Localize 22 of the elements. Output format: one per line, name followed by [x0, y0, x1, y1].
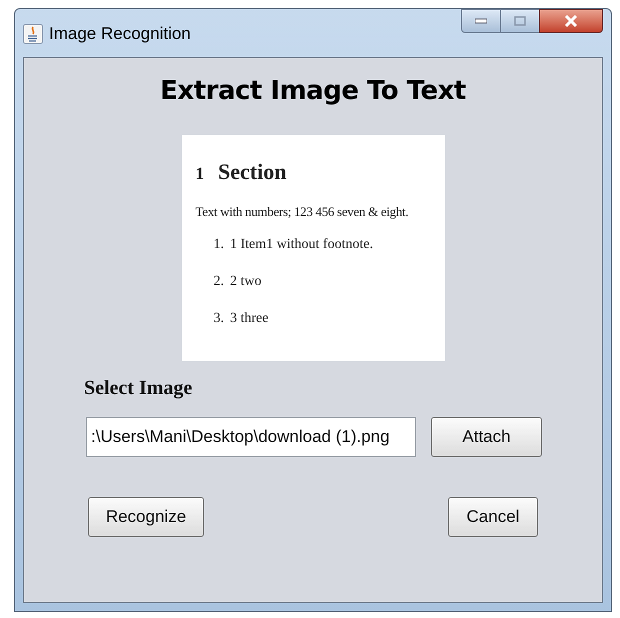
- list-marker: 2.: [214, 272, 224, 290]
- section-number: 1: [196, 163, 204, 185]
- list-item-text: 2 two: [230, 272, 262, 290]
- maximize-icon: [514, 16, 526, 26]
- attach-button[interactable]: Attach: [431, 417, 542, 457]
- file-path-field[interactable]: :\Users\Mani\Desktop\download (1).png: [86, 417, 416, 457]
- paragraph: Text with numbers; 123 456 seven & eight.: [196, 203, 408, 221]
- close-icon: [564, 15, 578, 27]
- section-title: Section: [218, 158, 286, 186]
- cancel-button[interactable]: Cancel: [448, 497, 538, 537]
- list-item-text: 1 Item1 without footnote.: [230, 236, 374, 254]
- maximize-button[interactable]: [501, 9, 539, 33]
- list-marker: 1.: [214, 236, 224, 254]
- minimize-button[interactable]: [461, 9, 501, 33]
- list-item-text: 3 three: [230, 310, 268, 328]
- recognize-button[interactable]: Recognize: [88, 497, 204, 537]
- heading: Extract Image To Text: [160, 75, 466, 108]
- list-marker: 3.: [214, 310, 224, 328]
- select-image-label: Select Image: [84, 376, 192, 401]
- window-title: Image Recognition: [49, 23, 191, 46]
- close-button[interactable]: [539, 9, 603, 33]
- minimize-icon: [475, 18, 487, 24]
